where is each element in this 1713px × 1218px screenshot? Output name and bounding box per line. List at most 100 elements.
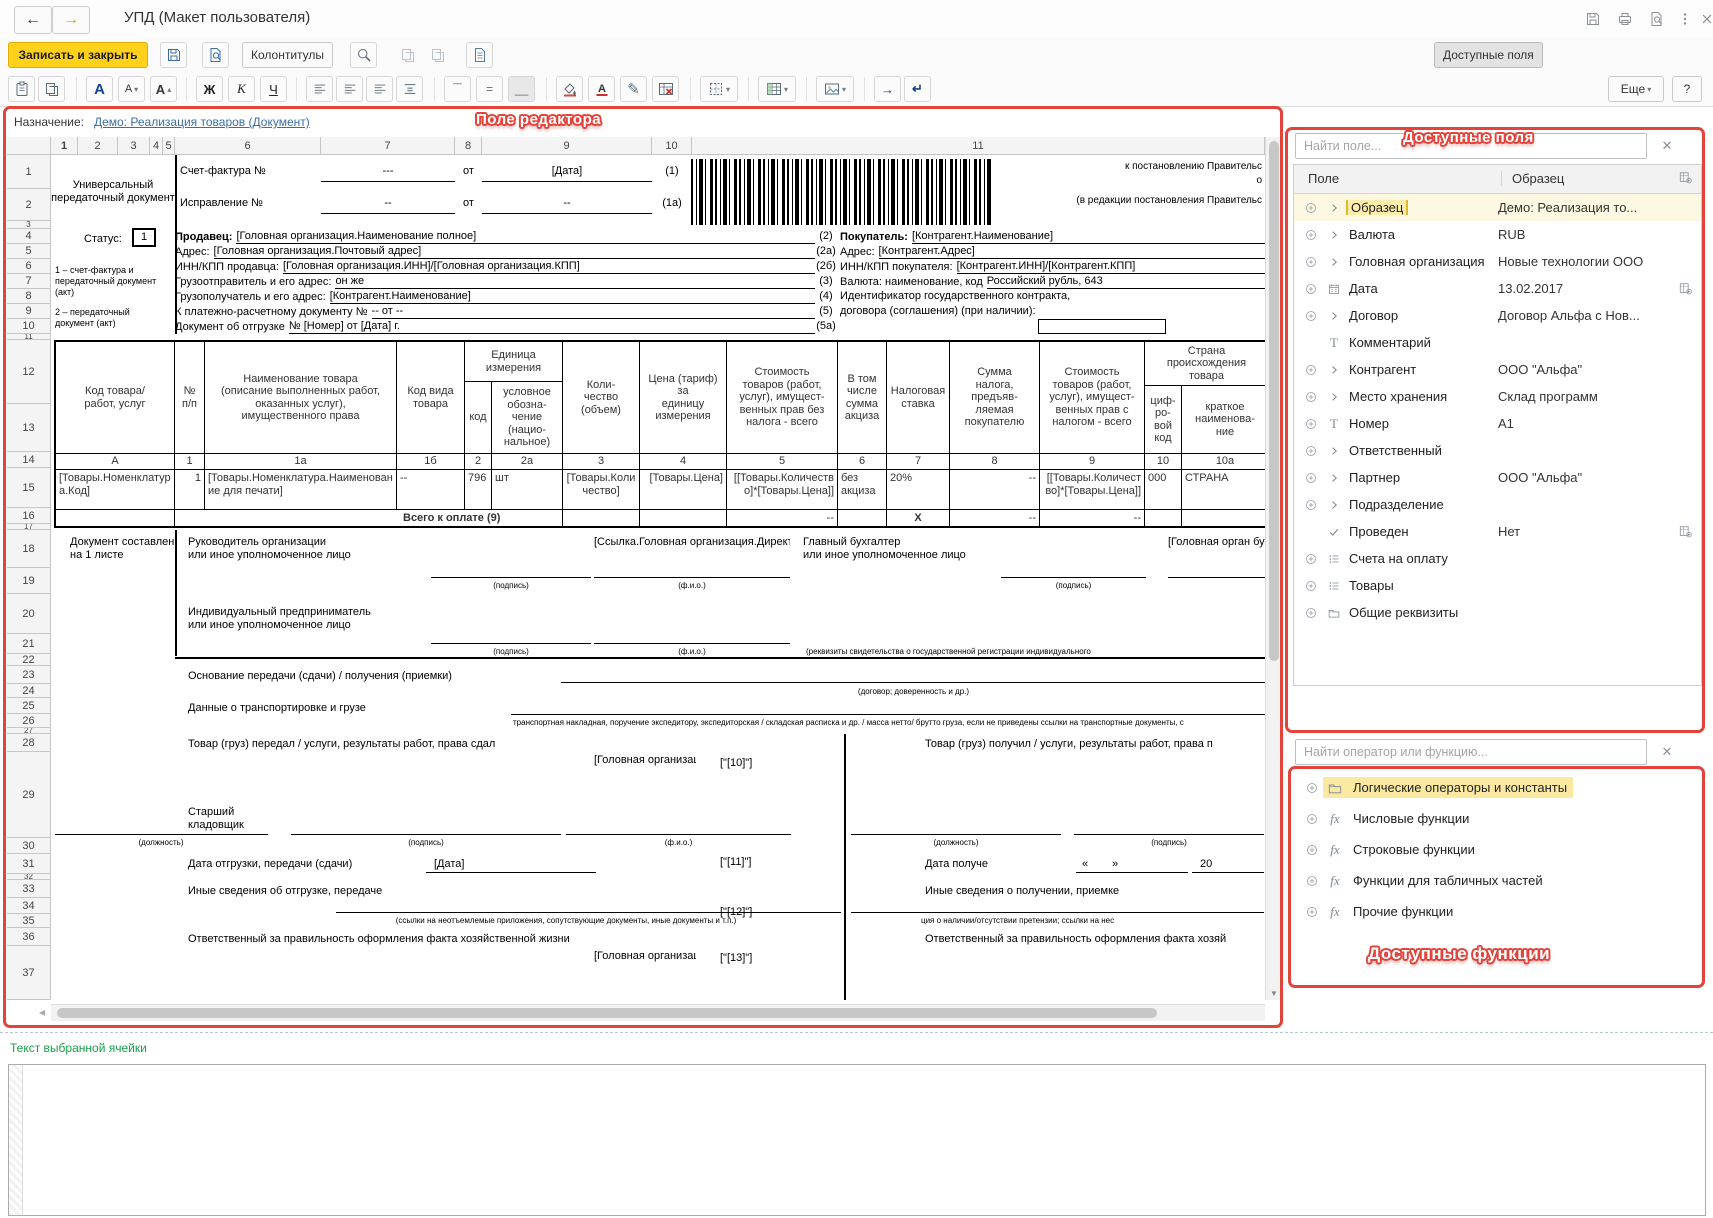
wrap-text-icon[interactable]: ↵ — [904, 76, 931, 102]
row-header[interactable]: 18 — [7, 530, 51, 568]
valign-bottom-icon[interactable]: __ — [508, 76, 535, 102]
column-header[interactable]: 11 — [692, 137, 1265, 155]
row-header[interactable]: 30 — [7, 838, 51, 854]
horizontal-scrollbar[interactable]: ◀ — [51, 1004, 1265, 1021]
bold-button[interactable]: Ж — [196, 76, 223, 102]
row-header[interactable]: 9 — [7, 304, 51, 319]
underline-button[interactable]: Ч — [260, 76, 287, 102]
help-button[interactable]: ? — [1672, 76, 1702, 102]
column-header[interactable]: 3 — [118, 137, 150, 155]
column-header[interactable]: 1 — [51, 137, 78, 155]
back-button[interactable]: ← — [14, 6, 52, 34]
column-header[interactable]: 10 — [652, 137, 692, 155]
available-fields-button[interactable]: Доступные поля — [1434, 42, 1543, 68]
column-header[interactable]: 6 — [175, 137, 321, 155]
row-header[interactable]: 28 — [7, 734, 51, 752]
row-header[interactable]: 7 — [7, 274, 51, 289]
row-header[interactable]: 16 — [7, 508, 51, 524]
row-header[interactable]: 4 — [7, 229, 51, 244]
borders-dropdown[interactable]: ▾ — [700, 76, 738, 102]
fill-color-icon[interactable] — [556, 76, 583, 102]
text-orientation-icon[interactable]: → — [874, 76, 901, 102]
valign-middle-icon[interactable]: = — [476, 76, 503, 102]
save-icon[interactable] — [160, 42, 187, 68]
row-header[interactable]: 22 — [7, 654, 51, 666]
column-header[interactable]: 5 — [163, 137, 175, 155]
clear-borders-icon[interactable] — [652, 76, 679, 102]
paste-icon[interactable] — [8, 76, 35, 102]
row-header[interactable]: 2 — [7, 189, 51, 221]
scroll-left-icon[interactable]: ◀ — [39, 1008, 45, 1017]
row-header[interactable]: 37 — [7, 946, 51, 1000]
headers-footers-button[interactable]: Колонтитулы — [242, 42, 333, 68]
seller-row: Документ об отгрузке № [Номер] от [Дата]… — [175, 319, 815, 334]
grid-corner[interactable] — [7, 137, 51, 155]
more-button[interactable]: Еще▾ — [1608, 76, 1664, 102]
table-dropdown[interactable]: ▾ — [758, 76, 796, 102]
copy-icon[interactable] — [38, 76, 65, 102]
row-header[interactable]: 31 — [7, 854, 51, 874]
buyer-row-value: [Контрагент.ИНН]/[Контрагент.КПП] — [957, 259, 1266, 274]
vertical-scrollbar[interactable]: ▼ — [1265, 137, 1282, 1000]
row-header[interactable]: 36 — [7, 928, 51, 946]
row-header[interactable]: 1 — [7, 155, 51, 189]
row-header[interactable]: 25 — [7, 698, 51, 714]
valign-top-icon[interactable]: ‾‾ — [444, 76, 471, 102]
font-color-icon[interactable] — [588, 76, 615, 102]
row-header[interactable]: 24 — [7, 684, 51, 698]
row-header[interactable]: 21 — [7, 634, 51, 654]
row-header[interactable]: 14 — [7, 452, 51, 468]
column-header[interactable]: 8 — [455, 137, 482, 155]
layout-editor-area[interactable]: Назначение: Демо: Реализация товаров (До… — [3, 106, 1283, 1028]
align-right-icon[interactable] — [366, 76, 393, 102]
functions-search-input[interactable] — [1295, 739, 1647, 765]
column-header[interactable]: 9 — [482, 137, 652, 155]
row-header[interactable]: 10 — [7, 319, 51, 334]
row-header[interactable]: 23 — [7, 666, 51, 684]
font-button[interactable]: А — [86, 76, 113, 102]
align-justify-icon[interactable] — [396, 76, 423, 102]
align-left-icon[interactable] — [306, 76, 333, 102]
column-header[interactable]: 7 — [321, 137, 455, 155]
row-header[interactable]: 12 — [7, 340, 51, 404]
col-num: 2 — [465, 454, 492, 470]
row-header[interactable]: 5 — [7, 244, 51, 259]
window-preview-icon[interactable] — [1648, 10, 1666, 28]
functions-search-close-icon[interactable]: ✕ — [1656, 741, 1678, 763]
forward-button[interactable]: → — [52, 6, 90, 34]
row-header[interactable]: 19 — [7, 568, 51, 594]
scroll-down-icon[interactable]: ▼ — [1270, 989, 1278, 998]
copy-style-icon[interactable] — [394, 42, 421, 68]
find-icon[interactable] — [350, 42, 377, 68]
window-menu-icon[interactable] — [1676, 10, 1694, 28]
paste-style-icon[interactable] — [424, 42, 451, 68]
row-header[interactable]: 20 — [7, 594, 51, 634]
selected-cell-text-area[interactable] — [8, 1064, 1706, 1216]
row-header[interactable]: 6 — [7, 259, 51, 274]
row-header[interactable]: 29 — [7, 752, 51, 838]
column-header[interactable]: 4 — [150, 137, 163, 155]
row-header[interactable]: 15 — [7, 468, 51, 508]
column-header[interactable]: 2 — [78, 137, 118, 155]
window-print-icon[interactable] — [1616, 10, 1634, 28]
fio-line — [594, 643, 790, 644]
font-smaller-button[interactable]: А▾ — [118, 76, 145, 102]
italic-button[interactable]: К — [228, 76, 255, 102]
page-setup-icon[interactable] — [466, 42, 493, 68]
row-header[interactable]: 13 — [7, 404, 51, 452]
row-header[interactable]: 3 — [7, 221, 51, 229]
window-save-icon[interactable] — [1584, 10, 1602, 28]
assignment-link[interactable]: Демо: Реализация товаров (Документ) — [94, 115, 310, 129]
align-center-icon[interactable] — [336, 76, 363, 102]
save-close-button[interactable]: Записать и закрыть — [8, 42, 148, 68]
row-header[interactable]: 8 — [7, 289, 51, 304]
font-larger-button[interactable]: А▴ — [150, 76, 177, 102]
row-header[interactable]: 35 — [7, 914, 51, 928]
row-header[interactable]: 33 — [7, 880, 51, 898]
window-close-icon[interactable] — [1698, 10, 1713, 28]
row-header[interactable]: 34 — [7, 898, 51, 914]
preview-icon[interactable] — [202, 42, 229, 68]
row-header[interactable]: 26 — [7, 714, 51, 728]
picture-dropdown[interactable]: ▾ — [816, 76, 854, 102]
pencil-icon[interactable]: ✎ — [620, 76, 647, 102]
